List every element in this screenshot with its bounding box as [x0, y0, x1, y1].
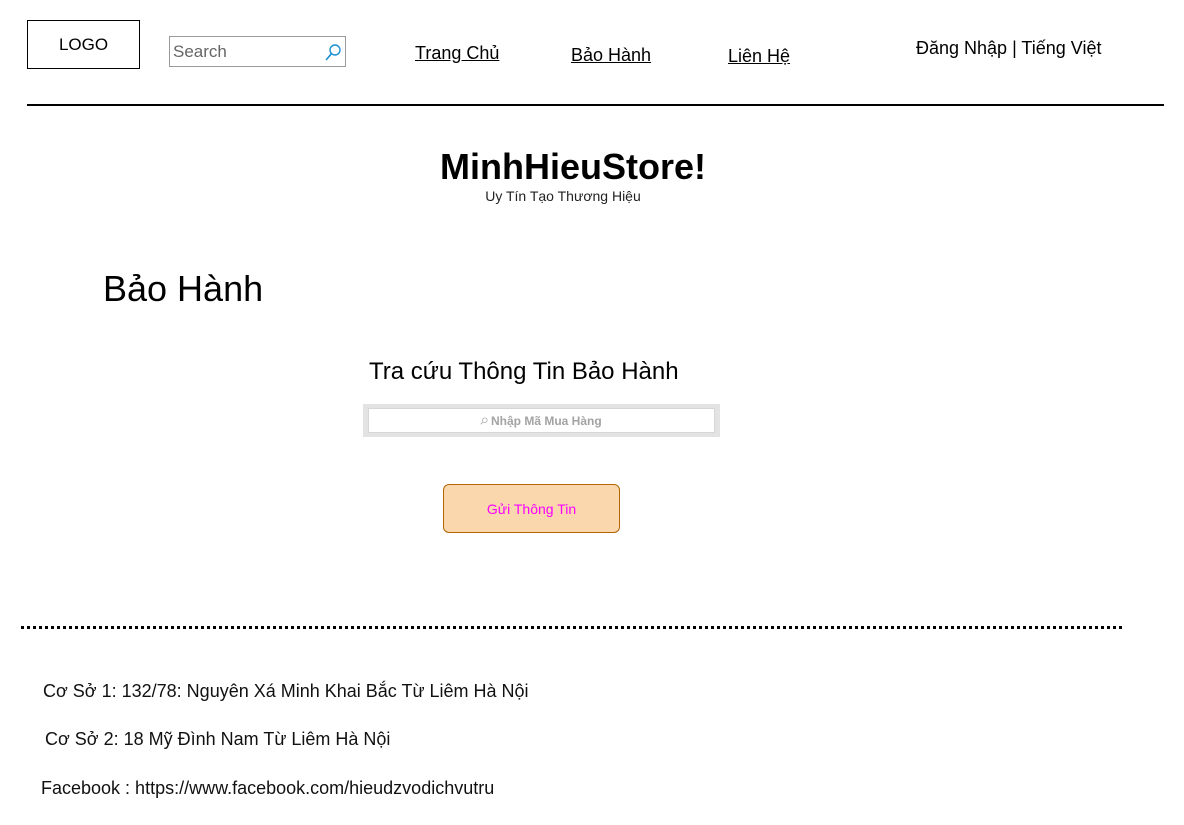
nav-contact[interactable]: Liên Hệ [728, 46, 790, 67]
nav-home[interactable]: Trang Chủ [415, 43, 499, 64]
branch-1-address: Cơ Sở 1: 132/78: Nguyên Xá Minh Khai Bắc… [43, 681, 529, 701]
purchase-code-field[interactable] [368, 408, 715, 433]
store-name: MinhHieuStore! [440, 146, 706, 187]
search-icon[interactable] [325, 43, 342, 61]
store-tagline: Uy Tín Tạo Thương Hiệu [485, 188, 641, 204]
facebook-link[interactable]: Facebook : https://www.facebook.com/hieu… [41, 778, 494, 799]
purchase-code-field-wrapper [363, 404, 720, 437]
search-input[interactable] [173, 41, 323, 63]
branch-2-address: Cơ Sở 2: 18 Mỹ Đình Nam Từ Liêm Hà Nội [45, 729, 391, 749]
footer-divider [21, 626, 1122, 629]
search-box[interactable] [169, 36, 346, 67]
warranty-lookup-title: Tra cứu Thông Tin Bảo Hành [369, 358, 679, 385]
purchase-code-input[interactable] [491, 413, 603, 428]
submit-button-label: Gửi Thông Tin [486, 500, 577, 517]
nav-warranty[interactable]: Bảo Hành [571, 45, 651, 66]
header-divider [27, 104, 1164, 106]
submit-button[interactable]: Gửi Thông Tin [443, 484, 620, 533]
login-language-links[interactable]: Đăng Nhập | Tiếng Việt [916, 38, 1101, 59]
logo-text: LOGO [58, 34, 109, 54]
logo[interactable]: LOGO [27, 20, 140, 69]
page-title: Bảo Hành [103, 268, 264, 309]
search-icon [480, 416, 488, 425]
